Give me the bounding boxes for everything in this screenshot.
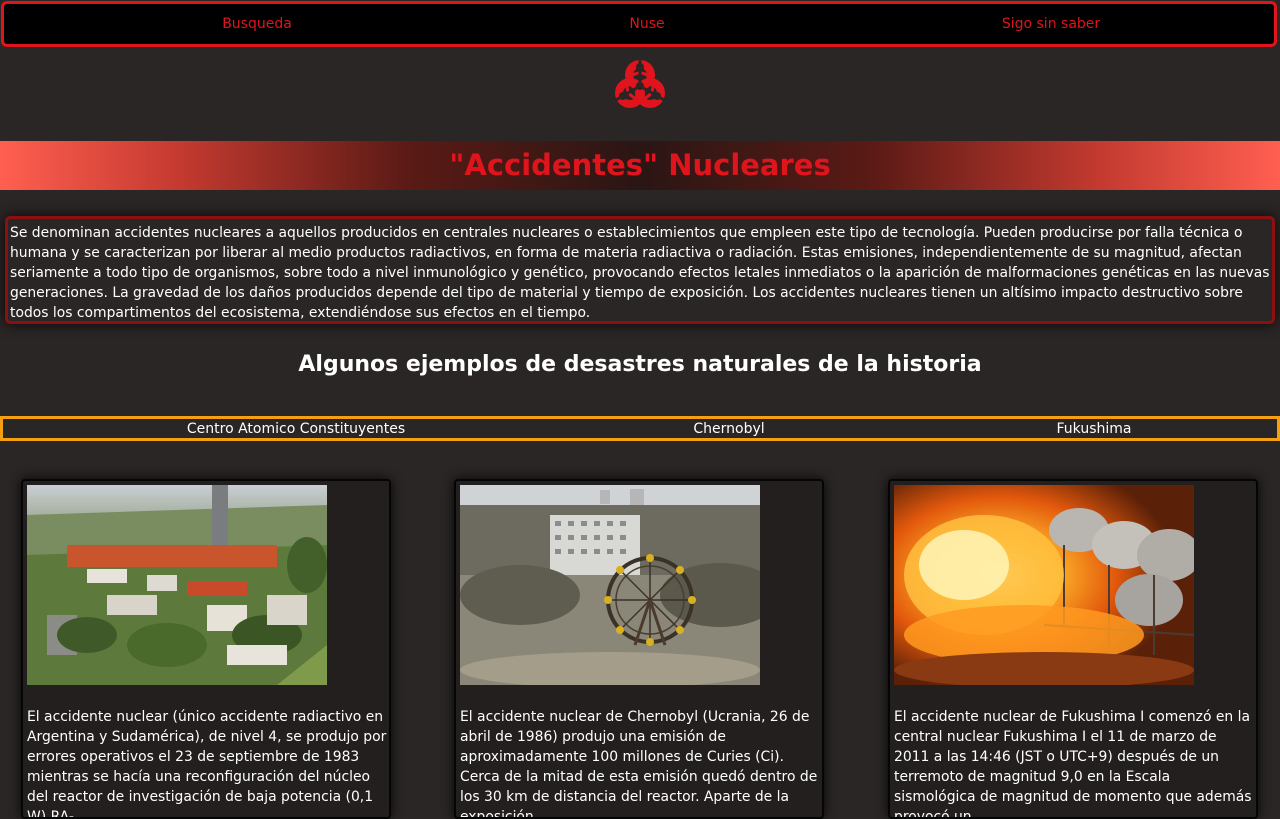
top-navigation: Busqueda Nuse Sigo sin saber [1,1,1277,47]
section-title: Algunos ejemplos de desastres naturales … [298,352,982,377]
card-image-chernobyl [460,485,760,685]
card-chernobyl: El accidente nuclear de Chernobyl (Ucran… [454,479,824,819]
tab-fukushima[interactable]: Fukushima [1057,421,1132,437]
examples-tabbar: Centro Atomico Constituyentes Chernobyl … [0,416,1280,441]
card-image-fukushima [894,485,1194,685]
title-banner: "Accidentes" Nucleares [0,141,1280,190]
intro-box: Se denominan accidentes nucleares a aque… [5,216,1275,324]
page-title: "Accidentes" Nucleares [449,148,831,182]
card-fukushima: El accidente nuclear de Fukushima I come… [888,479,1258,819]
nav-link-busqueda[interactable]: Busqueda [222,16,292,32]
card-text-centro-atomico: El accidente nuclear (único accidente ra… [27,709,387,819]
nav-link-sigo-sin-saber[interactable]: Sigo sin saber [1002,16,1100,32]
card-centro-atomico: El accidente nuclear (único accidente ra… [21,479,391,819]
card-image-centro-atomico [27,485,327,685]
nav-link-nuse[interactable]: Nuse [629,16,664,32]
intro-paragraph: Se denominan accidentes nucleares a aque… [10,225,1270,321]
card-text-chernobyl: El accidente nuclear de Chernobyl (Ucran… [460,709,818,819]
tab-chernobyl[interactable]: Chernobyl [693,421,764,437]
biohazard-icon [610,58,670,114]
tab-centro-atomico-constituyentes[interactable]: Centro Atomico Constituyentes [187,421,405,437]
card-text-fukushima: El accidente nuclear de Fukushima I come… [894,709,1252,819]
